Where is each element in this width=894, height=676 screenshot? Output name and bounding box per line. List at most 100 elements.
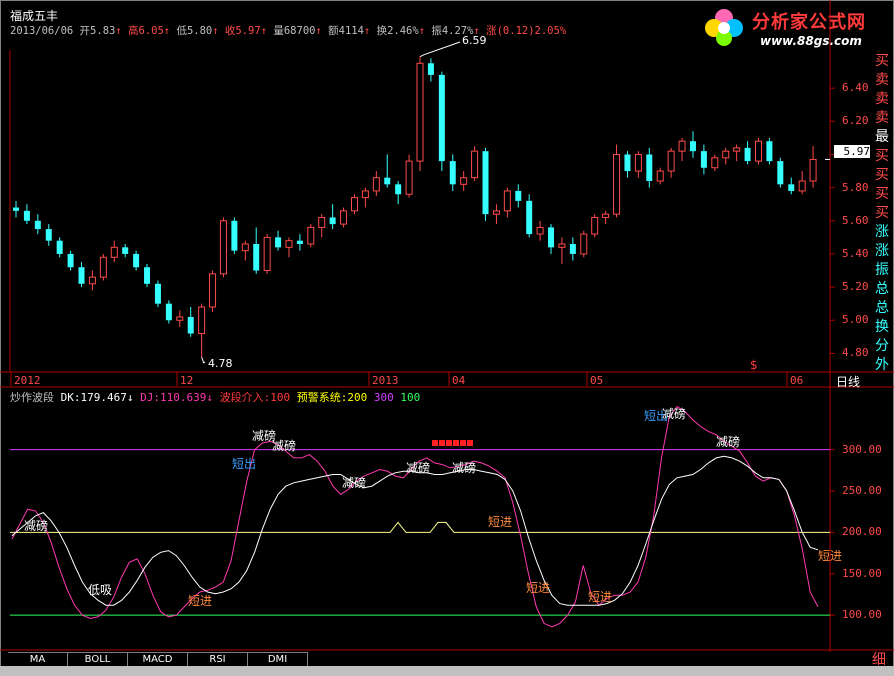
candle-body xyxy=(23,210,30,221)
candle xyxy=(307,224,315,248)
signal-marker: 短进 xyxy=(188,594,213,608)
warn-line xyxy=(10,521,830,533)
candle xyxy=(231,217,238,254)
candle xyxy=(67,250,74,271)
signal-marker: 减磅 xyxy=(716,435,741,449)
tab-dmi[interactable]: DMI xyxy=(248,652,308,666)
candle xyxy=(154,280,161,307)
tab-macd[interactable]: MACD xyxy=(128,652,188,666)
candle-body xyxy=(165,303,172,321)
info-column-char: 卖 xyxy=(875,72,889,88)
dk-label: DK: xyxy=(60,391,81,404)
candle xyxy=(482,147,489,221)
candle xyxy=(798,171,806,195)
tab-ma[interactable]: MA xyxy=(8,652,68,666)
candle-body xyxy=(667,150,675,172)
candle-body xyxy=(78,267,85,284)
signal-marker: 短出 xyxy=(232,457,257,471)
candle xyxy=(809,146,817,188)
candle xyxy=(122,244,129,258)
candle-body xyxy=(602,213,610,218)
candle-body xyxy=(613,153,621,215)
candle xyxy=(602,210,610,225)
candle-body xyxy=(307,226,315,245)
candle xyxy=(580,230,588,258)
candle xyxy=(99,253,107,281)
candle-body xyxy=(678,140,686,152)
status-bar xyxy=(0,666,894,676)
candle-body xyxy=(526,200,533,235)
candle-body xyxy=(503,190,511,212)
alert-square xyxy=(460,440,466,446)
arrow-down-icon: ↓ xyxy=(126,391,134,404)
candle-body xyxy=(198,306,206,335)
info-column-char: 换 xyxy=(875,319,889,335)
candle xyxy=(56,237,63,258)
candle-body xyxy=(427,63,434,75)
candle xyxy=(591,214,599,238)
price-tick-label: 5.80 xyxy=(842,180,869,194)
min-price-label: 4.78 xyxy=(208,357,233,370)
candlestick-series xyxy=(13,56,817,357)
line-300-value: 300 xyxy=(373,391,394,404)
candle xyxy=(689,131,696,158)
candle xyxy=(275,230,282,251)
candle-body xyxy=(689,141,696,152)
alert-square xyxy=(453,440,459,446)
candle-body xyxy=(711,157,719,169)
candle-body xyxy=(275,237,282,248)
tab-boll[interactable]: BOLL xyxy=(68,652,128,666)
chart-canvas[interactable] xyxy=(0,0,894,676)
candle xyxy=(165,300,172,324)
candle-body xyxy=(438,74,445,162)
info-column-char: 总 xyxy=(875,300,889,316)
candle xyxy=(384,154,391,188)
indicator-name: 炒作波段 xyxy=(10,391,54,404)
candle xyxy=(733,144,741,162)
info-column-char: 买 xyxy=(875,186,889,202)
signal-marker: 减磅 xyxy=(342,476,367,490)
candle-body xyxy=(471,150,479,179)
info-column-char: 最 xyxy=(875,129,889,145)
tab-rsi[interactable]: RSI xyxy=(188,652,248,666)
info-column-char: 买 xyxy=(875,53,889,69)
candle xyxy=(754,137,762,165)
dk-line xyxy=(11,455,819,606)
candle xyxy=(503,187,511,218)
indicator-series xyxy=(10,405,830,628)
dj-label: DJ: xyxy=(140,391,160,404)
alert-square xyxy=(467,440,473,446)
candle-body xyxy=(492,210,500,215)
candle-body xyxy=(372,177,380,192)
candle-body xyxy=(624,154,631,172)
price-tick-label: 5.40 xyxy=(842,246,869,260)
info-column-char: 卖 xyxy=(875,110,889,126)
candle xyxy=(646,147,653,188)
dj-line xyxy=(11,405,819,628)
candle xyxy=(722,147,730,165)
date-tick-label: 12 xyxy=(180,374,194,387)
signal-marker: 短进 xyxy=(818,549,843,563)
candle-body xyxy=(154,283,161,304)
candle-body xyxy=(744,147,751,162)
price-tick-label: 6.20 xyxy=(842,114,869,128)
candle-body xyxy=(548,227,555,248)
candle xyxy=(536,220,544,241)
alert-square xyxy=(432,440,438,446)
signal-marker: 减磅 xyxy=(452,461,477,475)
candle-body xyxy=(405,160,413,195)
candle xyxy=(133,250,140,271)
candle xyxy=(45,224,52,246)
candle-body xyxy=(798,180,806,192)
candle-body xyxy=(340,210,348,225)
candle xyxy=(492,204,500,225)
info-column-char: 分 xyxy=(875,338,889,354)
candle-body xyxy=(536,226,544,235)
info-column-char: 买 xyxy=(875,167,889,183)
price-tick-label: 5.60 xyxy=(842,213,869,227)
signal-marker: 短进 xyxy=(488,515,513,529)
period-selector[interactable]: 日线 xyxy=(836,373,860,390)
signal-marker: 减磅 xyxy=(406,461,431,475)
candle-body xyxy=(144,267,151,284)
candle-body xyxy=(361,190,369,199)
